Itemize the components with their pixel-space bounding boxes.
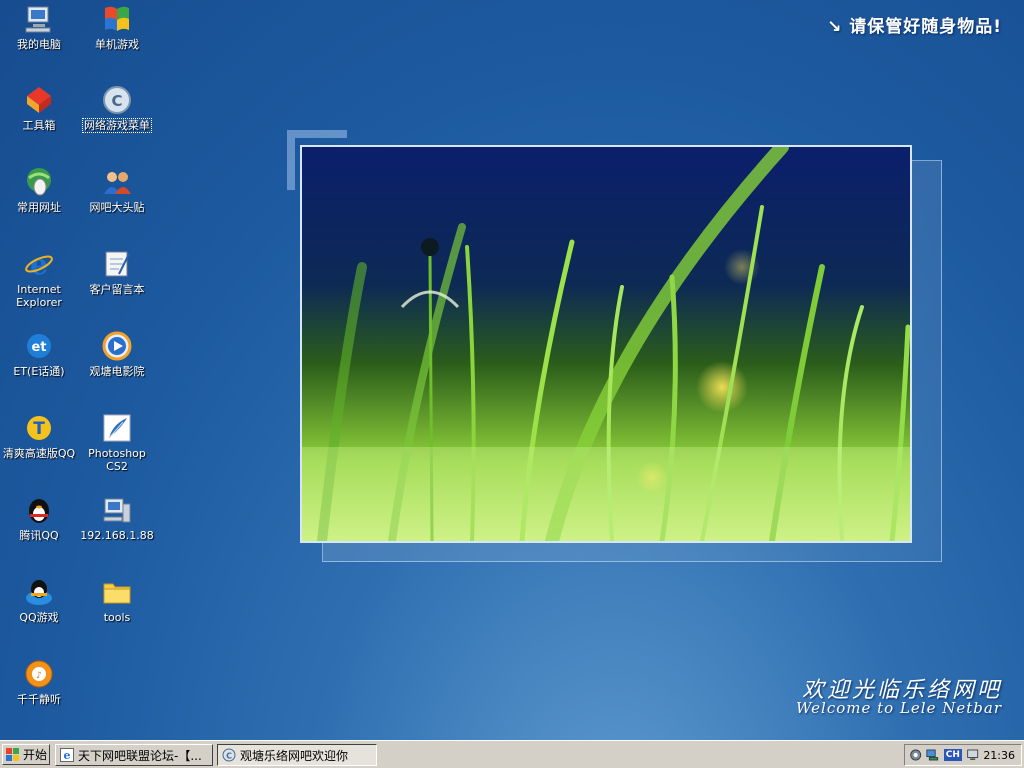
- icon-label: tools: [103, 611, 131, 624]
- tray-app-icon[interactable]: [909, 747, 922, 763]
- ttplayer-desktop-icon[interactable]: ♪ 千千静听: [0, 658, 78, 706]
- common-urls-desktop-icon[interactable]: 常用网址: [0, 166, 78, 214]
- single-player-games-desktop-icon[interactable]: 单机游戏: [78, 3, 156, 51]
- guestbook-desktop-icon[interactable]: 客户留言本: [78, 248, 156, 296]
- wallpaper-grass-photo: [300, 145, 912, 543]
- icon-label: Photoshop CS2: [88, 447, 146, 473]
- icon-label: 客户留言本: [89, 283, 145, 296]
- task-label: 观塘乐络网吧欢迎你: [240, 748, 349, 763]
- globe-mouse-icon: [27, 168, 51, 196]
- qq-penguin-icon: [29, 499, 49, 523]
- svg-text:C: C: [226, 752, 232, 761]
- icon-label: 常用网址: [17, 201, 61, 214]
- display-tray-icon[interactable]: [966, 747, 979, 763]
- icon-label: ET(E话通): [13, 365, 65, 378]
- icon-label: 清爽高速版QQ: [2, 447, 76, 460]
- cinema-desktop-icon[interactable]: 观塘电影院: [78, 330, 156, 378]
- photoshop-feather-icon: [103, 414, 131, 442]
- tools-folder-desktop-icon[interactable]: tools: [78, 576, 156, 624]
- icon-label: Internet Explorer: [16, 283, 62, 309]
- welcome-english-text: Welcome to Lele Netbar: [795, 699, 1002, 717]
- icon-label: 网络游戏菜单: [82, 118, 152, 133]
- app-window-icon: C: [222, 748, 236, 762]
- svg-text:e: e: [30, 248, 48, 280]
- internet-explorer-desktop-icon[interactable]: e Internet Explorer: [0, 248, 78, 309]
- taskbar: 开始 e 天下网吧联盟论坛-【... C 观塘乐络网吧欢迎你 CH 21:36: [0, 740, 1024, 768]
- music-player-icon: ♪: [25, 660, 53, 688]
- system-tray: CH 21:36: [904, 744, 1022, 766]
- icon-label: 我的电脑: [17, 38, 61, 51]
- taskbar-button-welcome[interactable]: C 观塘乐络网吧欢迎你: [217, 744, 377, 766]
- toolbox-icon: [27, 87, 51, 113]
- icon-label: 单机游戏: [95, 38, 139, 51]
- icon-label: 192.168.1.88: [80, 529, 154, 542]
- clock[interactable]: 21:36: [983, 749, 1015, 762]
- users-icon: [104, 172, 131, 194]
- icon-label: 千千静听: [17, 693, 61, 706]
- toolbox-desktop-icon[interactable]: 工具箱: [0, 84, 78, 132]
- notice-text: ↘ 请保管好随身物品!: [827, 17, 1002, 37]
- input-method-indicator[interactable]: CH: [943, 749, 962, 761]
- taskbar-button-forum[interactable]: e 天下网吧联盟论坛-【...: [55, 744, 213, 766]
- photo-sticker-desktop-icon[interactable]: 网吧大头贴: [78, 166, 156, 214]
- svg-text:C: C: [111, 92, 122, 110]
- folder-icon: [103, 583, 131, 604]
- network-tray-icon[interactable]: [926, 747, 939, 763]
- svg-text:et: et: [31, 340, 46, 355]
- qq-game-desktop-icon[interactable]: QQ游戏: [0, 576, 78, 624]
- qq-lite-desktop-icon[interactable]: T 清爽高速版QQ: [0, 412, 78, 460]
- svg-text:T: T: [33, 419, 45, 439]
- online-games-menu-desktop-icon[interactable]: C 网络游戏菜单: [78, 84, 156, 133]
- game-menu-icon: C: [103, 86, 131, 114]
- my-computer-desktop-icon[interactable]: 我的电脑: [0, 3, 78, 51]
- icon-label: 腾讯QQ: [19, 529, 59, 542]
- icon-label: 网吧大头贴: [89, 201, 145, 214]
- icon-label: 工具箱: [22, 119, 56, 132]
- computer-icon: [25, 6, 51, 33]
- qq-game-icon: [26, 580, 52, 605]
- internet-explorer-icon: e: [25, 248, 53, 280]
- games-icon: [105, 6, 129, 31]
- network-computer-desktop-icon[interactable]: 192.168.1.88: [78, 494, 156, 542]
- media-player-icon: [102, 331, 132, 361]
- tencent-qq-desktop-icon[interactable]: 腾讯QQ: [0, 494, 78, 542]
- windows-logo-icon: [6, 747, 19, 761]
- qq-lite-icon: T: [27, 416, 51, 440]
- start-label: 开始: [23, 748, 48, 762]
- icon-label: QQ游戏: [19, 611, 59, 624]
- grass-image: [302, 147, 910, 541]
- et-phone-icon: et: [27, 334, 51, 358]
- desktop: 我的电脑 工具箱 常用网址 e Internet Explorer et ET(…: [0, 0, 1024, 740]
- task-label: 天下网吧联盟论坛-【...: [78, 748, 202, 763]
- svg-text:♪: ♪: [36, 671, 42, 681]
- icon-label: 观塘电影院: [89, 365, 145, 378]
- photoshop-desktop-icon[interactable]: Photoshop CS2: [78, 412, 156, 473]
- et-desktop-icon[interactable]: et ET(E话通): [0, 330, 78, 378]
- start-button[interactable]: 开始: [2, 744, 50, 765]
- svg-text:e: e: [64, 749, 71, 762]
- network-computer-icon: [103, 498, 131, 523]
- guestbook-icon: [105, 251, 130, 277]
- ie-window-icon: e: [60, 748, 74, 762]
